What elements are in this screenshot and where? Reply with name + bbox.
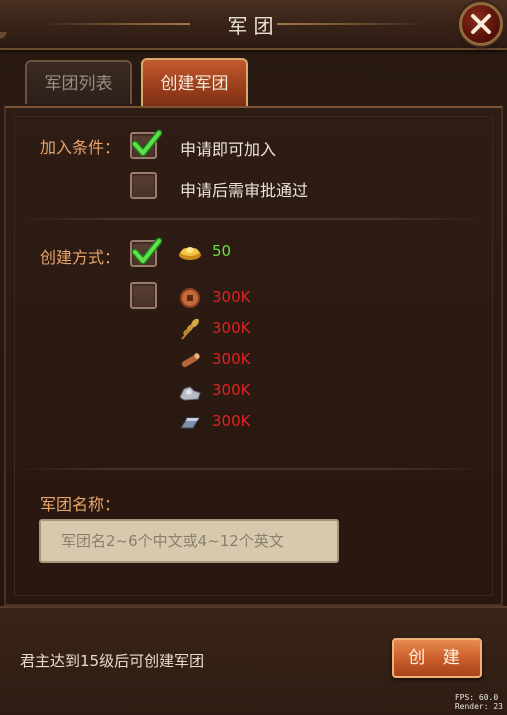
create-method-label: 创建方式： [40,248,121,267]
join-condition-label: 加入条件： [40,138,121,157]
legion-name-input[interactable] [39,519,339,563]
fps-overlay: FPS: 60.0 Render: 23 [455,693,503,711]
join-instant-label: 申请即可加入 [180,140,277,159]
wood-icon [181,353,200,367]
copper-coin-icon [180,288,200,308]
legion-name-label: 军团名称： [40,495,121,514]
join-approval-label: 申请后需审批通过 [180,181,309,200]
create-by-resources-checkbox[interactable] [130,282,157,309]
title-ornament-right [277,23,427,25]
section-divider [14,218,488,220]
join-instant-checkbox[interactable] [130,129,162,159]
checkmark-icon [131,129,162,157]
legion-window: 军团 军团列表 创建军团 加入条件： 申请即可加入 申请后需审批通过 创建方式： [0,0,507,715]
gold-ingot-icon [179,247,201,260]
wood-cost-value: 300K [212,350,251,368]
section-divider [14,468,488,470]
create-by-gold-checkbox[interactable] [130,237,162,267]
join-approval-checkbox[interactable] [130,172,157,199]
iron-cost-value: 300K [212,412,251,430]
iron-icon [180,417,200,429]
title-bar: 军团 [0,0,507,50]
close-button[interactable] [459,2,503,46]
grain-cost-value: 300K [212,319,251,337]
render-readout: Render: 23 [454,702,503,711]
window-title: 军团 [227,14,280,38]
close-icon [471,14,491,34]
create-button[interactable]: 创 建 [392,638,482,678]
tab-create-legion[interactable]: 创建军团 [141,58,248,108]
gold-cost-value: 50 [212,242,232,260]
level-requirement-note: 君主达到15级后可创建军团 [20,652,205,670]
copper-cost-value: 300K [212,288,251,306]
stone-icon [179,386,201,401]
fps-readout: FPS: 60.0 [454,693,499,702]
wheat-icon [181,318,199,340]
corner-ornament [0,32,26,48]
stone-cost-value: 300K [212,381,251,399]
tab-legion-list[interactable]: 军团列表 [25,60,132,104]
checkmark-icon [131,237,162,265]
